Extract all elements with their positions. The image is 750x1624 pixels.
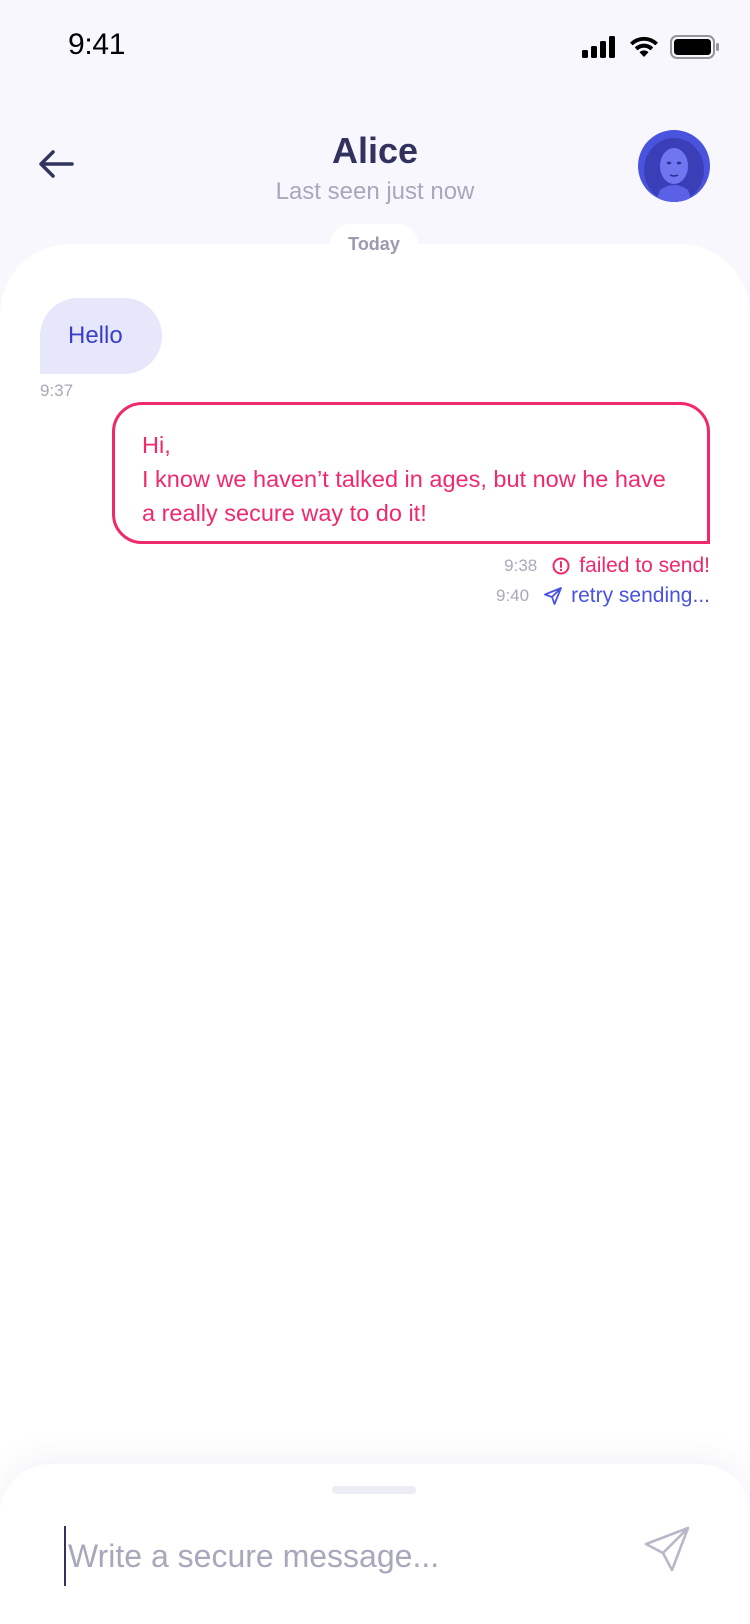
status-time: 9:38 [504,556,538,575]
drag-handle[interactable] [332,1486,416,1494]
message-status-failed: 9:38 failed to send! [504,552,710,580]
incoming-message-bubble[interactable]: Hello [40,298,162,374]
message-composer [0,1464,750,1624]
status-icons [582,34,720,60]
signal-icon [582,36,615,58]
status-time: 9:41 [68,28,126,61]
avatar-image [638,130,710,202]
date-separator: Today [330,224,418,264]
chat-screen: 9:41 Alice Last seen just now Today Hell… [0,0,750,1624]
send-button[interactable] [640,1522,694,1576]
status-bar: 9:41 [0,0,750,94]
outgoing-message-bubble[interactable]: Hi, I know we haven’t talked in ages, bu… [112,402,710,544]
send-icon [644,1526,690,1572]
status-time: 9:40 [496,586,530,605]
last-seen-status: Last seen just now [275,178,475,205]
wifi-icon [630,36,658,57]
avatar[interactable] [638,130,710,202]
chat-header: Alice Last seen just now [0,110,750,230]
alert-circle-icon [551,556,571,576]
message-time: 9:37 [40,381,74,400]
message-input[interactable] [64,1526,604,1586]
send-icon [543,586,563,606]
retry-sending-button[interactable]: 9:40 retry sending... [496,582,710,610]
status-label-failed: failed to send! [579,554,710,577]
battery-icon [670,35,719,59]
status-label-retry: retry sending... [571,584,710,607]
